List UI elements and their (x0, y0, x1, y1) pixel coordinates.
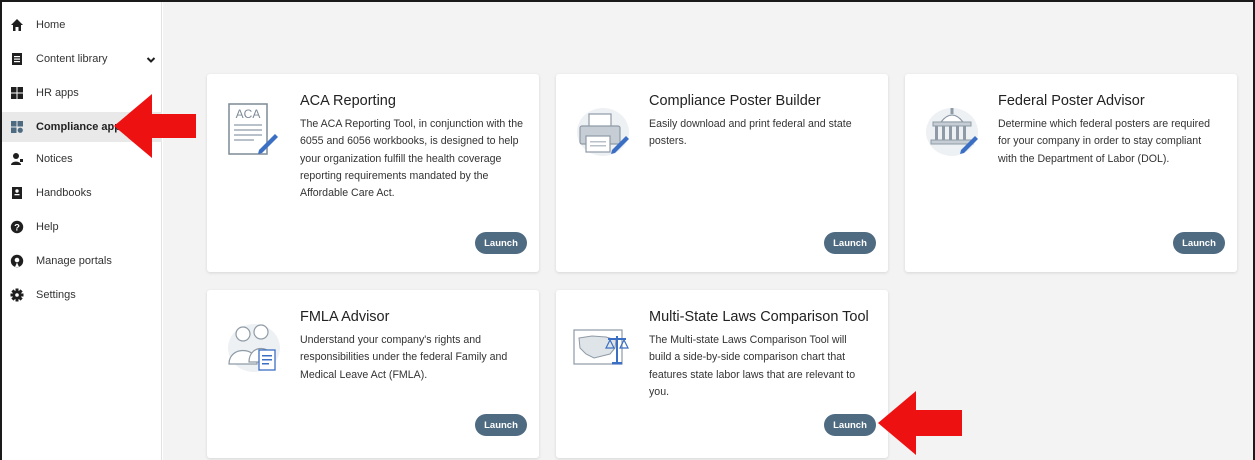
card-title: Compliance Poster Builder (649, 93, 821, 109)
printer-icon (570, 98, 636, 164)
family-icon (221, 314, 287, 380)
app-card-federal-poster-advisor: Federal Poster Advisor Determine which f… (905, 74, 1237, 272)
sidebar-item-label: Content library (36, 53, 108, 65)
red-arrow-left-icon (878, 391, 962, 455)
help-icon: ? (10, 220, 24, 234)
app-card-fmla-advisor: FMLA Advisor Understand your company's r… (207, 290, 539, 458)
sidebar-item-settings[interactable]: Settings (2, 280, 162, 310)
card-title: ACA Reporting (300, 93, 396, 109)
card-description: Easily download and print federal and st… (649, 118, 852, 148)
card-title: Multi-State Laws Comparison Tool (649, 309, 869, 325)
launch-button[interactable]: Launch (475, 232, 527, 254)
aca-form-icon: ACA (221, 98, 287, 164)
main-content: ACA ACA Reporting The ACA Reporting Tool… (163, 2, 1253, 460)
chevron-down-icon[interactable] (145, 53, 157, 65)
sidebar-item-home[interactable]: Home (2, 10, 162, 40)
sidebar-item-label: Home (36, 19, 66, 31)
home-icon (10, 18, 24, 32)
apps-grid-icon (10, 86, 24, 100)
red-arrow-left-icon (114, 94, 196, 158)
card-description: The Multi-state Laws Comparison Tool wil… (649, 334, 856, 398)
app-card-aca-reporting: ACA ACA Reporting The ACA Reporting Tool… (207, 74, 539, 272)
portal-icon (10, 254, 24, 268)
card-description: Understand your company's rights and res… (300, 334, 508, 381)
gear-icon (10, 288, 24, 302)
card-description: The ACA Reporting Tool, in conjunction w… (300, 118, 523, 200)
app-card-multi-state-laws-comparison: Multi-State Laws Comparison Tool The Mul… (556, 290, 888, 458)
us-map-scales-icon (570, 314, 636, 380)
sidebar-item-content-library[interactable]: Content library (2, 44, 162, 74)
launch-button[interactable]: Launch (824, 232, 876, 254)
sidebar-item-label: Handbooks (36, 187, 92, 199)
handbook-icon (10, 186, 24, 200)
svg-text:ACA: ACA (236, 107, 261, 121)
card-title: Federal Poster Advisor (998, 93, 1145, 109)
launch-button[interactable]: Launch (475, 414, 527, 436)
sidebar: Home Content library HR apps Compliance … (2, 2, 162, 460)
card-description: Determine which federal posters are requ… (998, 118, 1210, 165)
sidebar-item-label: Help (36, 221, 59, 233)
svg-text:?: ? (14, 223, 20, 234)
app-card-compliance-poster-builder: Compliance Poster Builder Easily downloa… (556, 74, 888, 272)
launch-button[interactable]: Launch (1173, 232, 1225, 254)
capitol-building-icon (919, 98, 985, 164)
sidebar-item-manage-portals[interactable]: Manage portals (2, 246, 162, 276)
compliance-grid-icon (10, 120, 24, 134)
sidebar-item-label: HR apps (36, 87, 79, 99)
person-notice-icon (10, 152, 24, 166)
document-icon (10, 52, 24, 66)
card-title: FMLA Advisor (300, 309, 390, 325)
sidebar-item-handbooks[interactable]: Handbooks (2, 178, 162, 208)
sidebar-item-label: Notices (36, 153, 73, 165)
sidebar-item-label: Settings (36, 289, 76, 301)
sidebar-item-help[interactable]: ? Help (2, 212, 162, 242)
launch-button[interactable]: Launch (824, 414, 876, 436)
sidebar-item-label: Manage portals (36, 255, 112, 267)
